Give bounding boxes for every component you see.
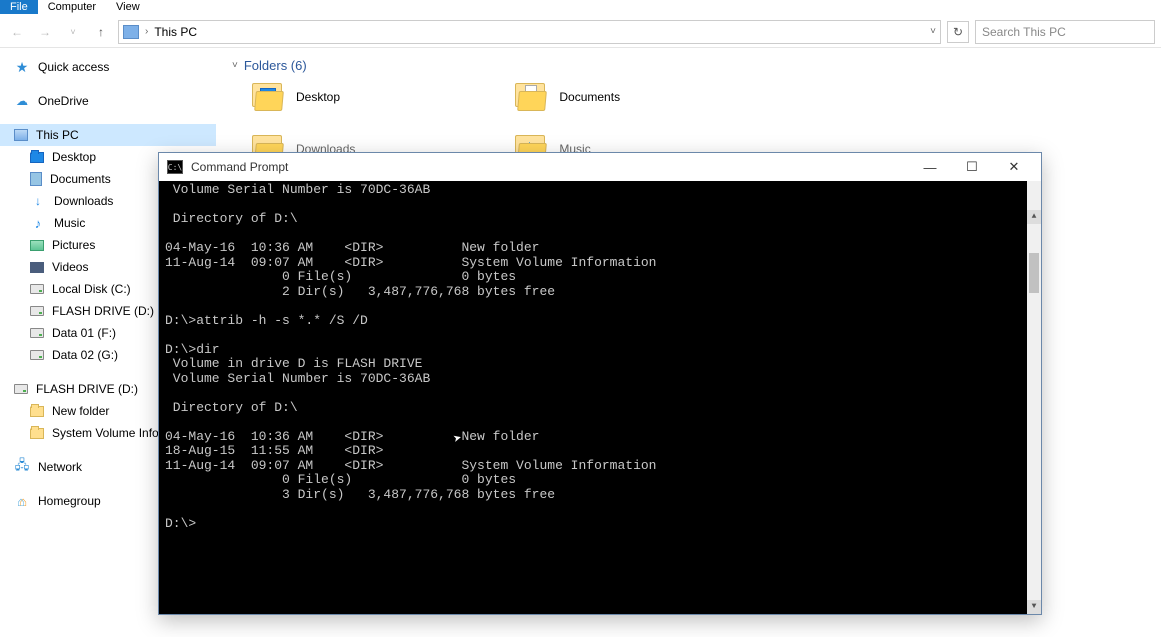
star-icon: ★	[14, 59, 30, 75]
drive-icon	[14, 384, 28, 394]
search-input[interactable]: Search This PC	[975, 20, 1155, 44]
cmd-title-text: Command Prompt	[191, 160, 288, 174]
scroll-up-button[interactable]: ▲	[1027, 210, 1041, 224]
menu-file[interactable]: File	[0, 0, 38, 14]
document-icon	[30, 172, 42, 186]
breadcrumb-sep-icon: ›	[145, 26, 148, 37]
cmd-icon: C:\	[167, 160, 183, 174]
scroll-down-button[interactable]: ▼	[1027, 600, 1041, 614]
cmd-output[interactable]: Volume Serial Number is 70DC-36AB Direct…	[159, 181, 1041, 614]
folder-documents[interactable]: Documents	[515, 83, 620, 111]
chevron-down-icon: ˅	[232, 60, 238, 71]
sidebar-onedrive[interactable]: ☁OneDrive	[0, 90, 216, 112]
nav-up-button[interactable]: ↑	[90, 21, 112, 43]
homegroup-icon: ⌂⌂	[14, 493, 30, 509]
this-pc-icon	[123, 25, 139, 39]
scroll-track[interactable]	[1027, 253, 1041, 614]
download-icon: ↓	[30, 193, 46, 209]
breadcrumb-location[interactable]: This PC	[154, 25, 197, 39]
cmd-titlebar[interactable]: C:\ Command Prompt — ☐ ✕	[159, 153, 1041, 181]
cmd-text: Volume Serial Number is 70DC-36AB Direct…	[165, 182, 656, 531]
sidebar-this-pc[interactable]: This PC	[0, 124, 216, 146]
folder-icon	[30, 406, 44, 417]
refresh-button[interactable]: ↻	[947, 21, 969, 43]
cmd-scrollbar[interactable]: ▲ ▼	[1027, 181, 1041, 614]
sidebar-quick-access[interactable]: ★Quick access	[0, 56, 216, 78]
nav-forward-button[interactable]: →	[34, 21, 56, 43]
search-placeholder: Search This PC	[982, 25, 1066, 39]
address-input[interactable]: › This PC ˅	[118, 20, 941, 44]
address-bar: ← → ˅ ↑ › This PC ˅ ↻ Search This PC	[0, 16, 1161, 48]
network-icon: 🖧	[14, 459, 30, 475]
folder-icon	[515, 83, 547, 111]
videos-icon	[30, 262, 44, 273]
minimize-button[interactable]: —	[909, 154, 951, 180]
folder-icon	[252, 83, 284, 111]
command-prompt-window[interactable]: C:\ Command Prompt — ☐ ✕ Volume Serial N…	[158, 152, 1042, 615]
cloud-icon: ☁	[14, 93, 30, 109]
menu-computer[interactable]: Computer	[38, 0, 106, 14]
drive-icon	[30, 350, 44, 360]
pc-icon	[14, 129, 28, 141]
addr-dropdown-icon[interactable]: ˅	[930, 26, 936, 37]
nav-back-button[interactable]: ←	[6, 21, 28, 43]
close-button[interactable]: ✕	[993, 154, 1035, 180]
folder-desktop[interactable]: Desktop	[252, 83, 355, 111]
drive-icon	[30, 306, 44, 316]
folder-icon	[30, 428, 44, 439]
menu-bar: File Computer View	[0, 0, 1161, 16]
maximize-button[interactable]: ☐	[951, 154, 993, 180]
folders-section-header[interactable]: ˅ Folders (6)	[232, 58, 1145, 73]
drive-icon	[30, 284, 44, 294]
menu-view[interactable]: View	[106, 0, 150, 14]
scroll-thumb[interactable]	[1029, 253, 1039, 293]
music-icon: ♪	[30, 215, 46, 231]
nav-recent-dropdown[interactable]: ˅	[62, 21, 84, 43]
pictures-icon	[30, 240, 44, 251]
folder-icon	[30, 152, 44, 163]
drive-icon	[30, 328, 44, 338]
